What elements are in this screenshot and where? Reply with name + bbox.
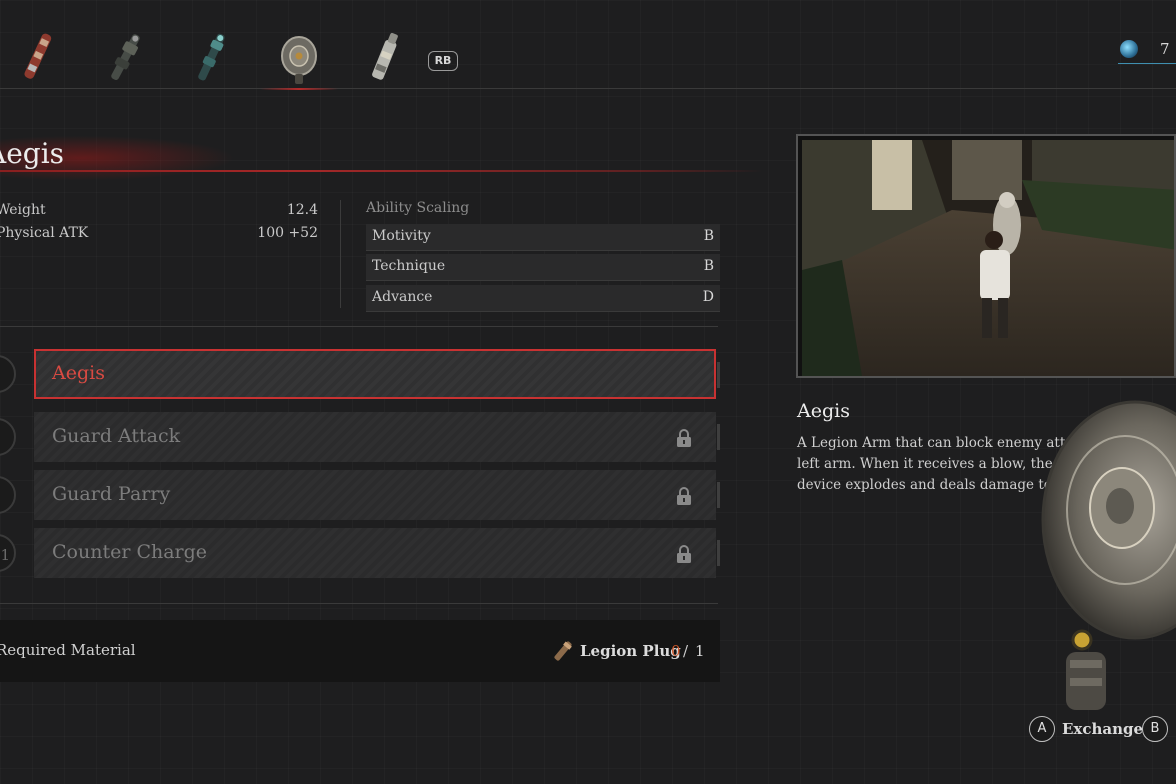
legion-plug-icon <box>554 641 572 661</box>
preview-scene-image <box>802 140 1174 376</box>
scaling-grade: B <box>703 228 714 244</box>
scaling-label: Advance <box>372 289 433 305</box>
currency-underline <box>1118 63 1176 64</box>
title-underline <box>0 170 762 172</box>
aegis-arm-artwork <box>1041 400 1176 710</box>
arm-tab-2[interactable] <box>100 28 150 88</box>
fulminis-arm-icon <box>198 33 225 81</box>
deus-arm-icon <box>372 32 398 80</box>
lock-icon <box>677 545 691 563</box>
row-end-cap <box>717 362 720 388</box>
row-end-cap <box>717 482 720 508</box>
stat-label: Weight <box>0 202 46 218</box>
material-separator: / <box>683 642 689 660</box>
skill-name: Guard Parry <box>52 483 171 505</box>
title-banner <box>0 128 760 188</box>
arm-tab-3[interactable] <box>186 28 236 88</box>
row-end-cap <box>717 540 720 566</box>
skill-name: Counter Charge <box>52 541 208 563</box>
skill-row-guard-attack[interactable]: Guard Attack <box>34 412 716 462</box>
scaling-row-motivity: Motivity B <box>366 224 720 251</box>
scaling-label: Technique <box>372 258 446 274</box>
flamberge-arm-icon <box>24 33 52 79</box>
rb-button-hint[interactable]: RB <box>428 51 458 71</box>
material-need-count: 1 <box>695 642 705 660</box>
description-title: Aegis <box>797 400 850 422</box>
arm-tab-1[interactable] <box>12 28 62 88</box>
skill-row-aegis[interactable]: Aegis <box>34 349 716 399</box>
material-label: Required Material <box>0 641 136 659</box>
ability-scaling-title: Ability Scaling <box>366 200 470 216</box>
stat-label: Physical ATK <box>0 225 89 241</box>
section-divider <box>0 326 718 327</box>
ergo-currency-icon <box>1120 40 1138 58</box>
stat-row-physical-atk: Physical ATK 100 +52 <box>0 225 318 245</box>
material-have-count: 0 <box>671 642 681 660</box>
scaling-label: Motivity <box>372 228 431 244</box>
skill-preview-video <box>796 134 1176 378</box>
lock-icon <box>677 429 691 447</box>
a-button-icon[interactable]: A <box>1029 716 1055 742</box>
scaling-grade: D <box>702 289 714 305</box>
scaling-row-technique: Technique B <box>366 254 720 281</box>
lock-icon <box>677 487 691 505</box>
section-divider <box>0 603 718 604</box>
scaling-row-advance: Advance D <box>366 285 720 312</box>
arm-tab-4[interactable] <box>260 28 338 90</box>
skill-row-counter-charge[interactable]: Counter Charge <box>34 528 716 578</box>
row-end-cap <box>717 424 720 450</box>
aegis-arm-icon <box>281 36 317 84</box>
stats-divider <box>340 200 341 308</box>
stat-row-weight: Weight 12.4 <box>0 202 318 222</box>
currency-display: 7 <box>1118 38 1176 66</box>
scaling-grade: B <box>703 258 714 274</box>
puppet-string-arm-icon <box>111 34 140 81</box>
material-item-name: Legion Plug <box>580 642 681 660</box>
top-bar: RB 7 <box>0 0 1176 90</box>
stat-value: 12.4 <box>286 202 318 218</box>
stat-value: 100 +52 <box>257 225 318 241</box>
currency-amount: 7 <box>1160 40 1170 58</box>
b-button-icon[interactable]: B <box>1142 716 1168 742</box>
skill-name: Guard Attack <box>52 425 181 447</box>
exchange-button-label[interactable]: Exchange <box>1062 720 1143 738</box>
skill-row-guard-parry[interactable]: Guard Parry <box>34 470 716 520</box>
arm-title: Aegis <box>0 137 65 170</box>
skill-name: Aegis <box>52 362 105 384</box>
arm-tab-5[interactable] <box>360 28 410 88</box>
